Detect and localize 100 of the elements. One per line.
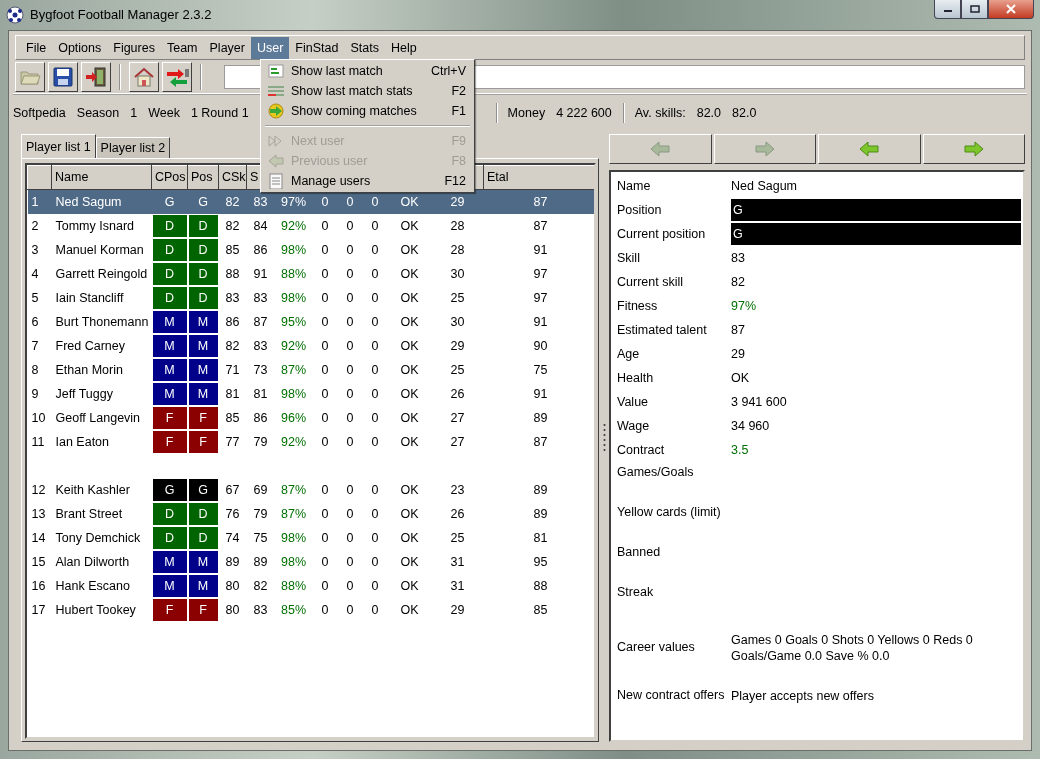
menu-item[interactable]: Figures [107, 36, 161, 59]
table-cell-text: OK [399, 529, 420, 547]
nav-button[interactable] [818, 134, 921, 164]
table-cell-text: OK [399, 601, 420, 619]
table-cell-text: 89 [532, 409, 549, 427]
menu-entry[interactable]: Manage users F12 [263, 171, 472, 191]
position-code: D [152, 239, 187, 261]
position-code: F [152, 431, 187, 453]
field-label: Streak [616, 585, 655, 600]
field-label: Position [616, 202, 663, 218]
table-cell-text: 14 [30, 529, 47, 547]
table-cell: 81 [218, 382, 247, 406]
table-cell-text: 0 [320, 313, 330, 331]
table-cell: 87 [483, 214, 594, 238]
table-cell-text: 91 [532, 313, 549, 331]
table-cell-text: 9 [30, 385, 40, 403]
minimize-button[interactable] [934, 0, 961, 19]
maximize-button[interactable] [961, 0, 988, 19]
table-cell-text: 88% [280, 265, 307, 283]
open-button[interactable] [15, 61, 45, 92]
nav-button[interactable] [609, 134, 712, 164]
shortcut-text: Ctrl+V [430, 62, 466, 80]
table-cell-text: 0 [370, 385, 380, 403]
column-header[interactable]: Etal [483, 165, 594, 190]
tab[interactable]: Player list 2 [95, 137, 171, 158]
table-cell-text: 0 [345, 601, 355, 619]
table-cell-text: 95% [280, 313, 307, 331]
table-cell-text: 91 [532, 385, 549, 403]
forward-arrow-icon [267, 103, 285, 119]
table-cell-text: 87% [280, 481, 307, 499]
table-cell-text: 27 [449, 433, 466, 451]
table-cell-text: 0 [345, 385, 355, 403]
table-cell-text: 30 [449, 313, 466, 331]
menu-item[interactable]: FinStad [289, 36, 345, 59]
table-cell-text: OK [399, 433, 420, 451]
menu-item[interactable]: Stats [344, 36, 385, 59]
field-value: 83 [731, 250, 746, 266]
column-header[interactable]: CPos [151, 165, 188, 190]
table-cell-text: 15 [30, 553, 47, 571]
field-label: Current skill [616, 274, 684, 290]
table-cell: 86 [218, 310, 247, 334]
menu-entry[interactable]: Show last match stats F2 [263, 81, 472, 101]
table-cell-text: 98% [280, 529, 307, 547]
transfer-button[interactable] [162, 61, 192, 92]
table-cell-text: 0 [320, 337, 330, 355]
menu-item[interactable]: Options [52, 36, 108, 59]
table-cell-text: 11 [30, 433, 46, 451]
table-cell: 71 [218, 358, 247, 382]
table-cell-text: 91 [532, 241, 549, 259]
position-code: D [188, 503, 218, 525]
position-code: F [188, 431, 218, 453]
menu-entry[interactable]: Show last match Ctrl+V [263, 61, 472, 81]
menu-item[interactable]: File [20, 36, 53, 59]
table-cell-text: 0 [345, 289, 355, 307]
menu-entry[interactable]: Show coming matches F1 [263, 101, 472, 121]
table-cell-text: 0 [320, 385, 330, 403]
table-cell: 92% [274, 214, 313, 238]
table-cell-text: 30 [449, 265, 466, 283]
table-cell-text: 13 [30, 505, 47, 523]
position-code: M [188, 359, 218, 381]
close-button[interactable] [988, 0, 1034, 19]
week-label: Week [148, 104, 180, 122]
save-button[interactable] [48, 61, 78, 92]
table-cell-text: 92% [280, 337, 307, 355]
table-cell-text: 82 [252, 577, 269, 595]
scoreboard-icon [267, 63, 285, 79]
table-cell-text: 16 [30, 577, 47, 595]
table-cell-text: OK [399, 553, 420, 571]
table-cell-text: 0 [370, 289, 380, 307]
tab[interactable]: Player list 1 [21, 134, 96, 158]
table-cell: 85 [218, 406, 247, 430]
table-cell-text: 89 [532, 481, 549, 499]
field-label: Age [616, 346, 641, 362]
nav-button[interactable] [713, 134, 816, 164]
table-cell-text: 85 [532, 601, 549, 619]
field-value: 29 [731, 346, 746, 362]
table-cell-text: 87% [280, 361, 307, 379]
splitter-handle-icon[interactable] [602, 423, 606, 453]
table-cell: 2 [27, 214, 52, 238]
column-header[interactable]: Pos [187, 165, 219, 190]
menu-item[interactable]: User [250, 36, 290, 59]
table-cell-text: 6 [30, 313, 40, 331]
menu-item[interactable]: Player [203, 36, 251, 59]
table-cell-text: 95 [532, 553, 549, 571]
table-cell-text: 28 [449, 241, 466, 259]
column-header[interactable]: CSk [218, 165, 247, 190]
quit-button[interactable] [81, 61, 111, 92]
menu-item[interactable]: Team [160, 36, 204, 59]
table-cell-text: 81 [252, 385, 269, 403]
field-value: G [731, 223, 1021, 245]
table-cell-text: OK [399, 409, 420, 427]
position-code: D [152, 503, 187, 525]
column-header[interactable]: Name [51, 165, 152, 190]
nav-button[interactable] [922, 134, 1025, 164]
table-cell-text: 79 [252, 433, 269, 451]
position-code: G [197, 194, 209, 211]
menu-item[interactable]: Help [384, 36, 423, 59]
home-button[interactable] [129, 61, 159, 92]
table-cell-text: 87% [280, 505, 307, 523]
table-cell-text: 97 [532, 265, 549, 283]
